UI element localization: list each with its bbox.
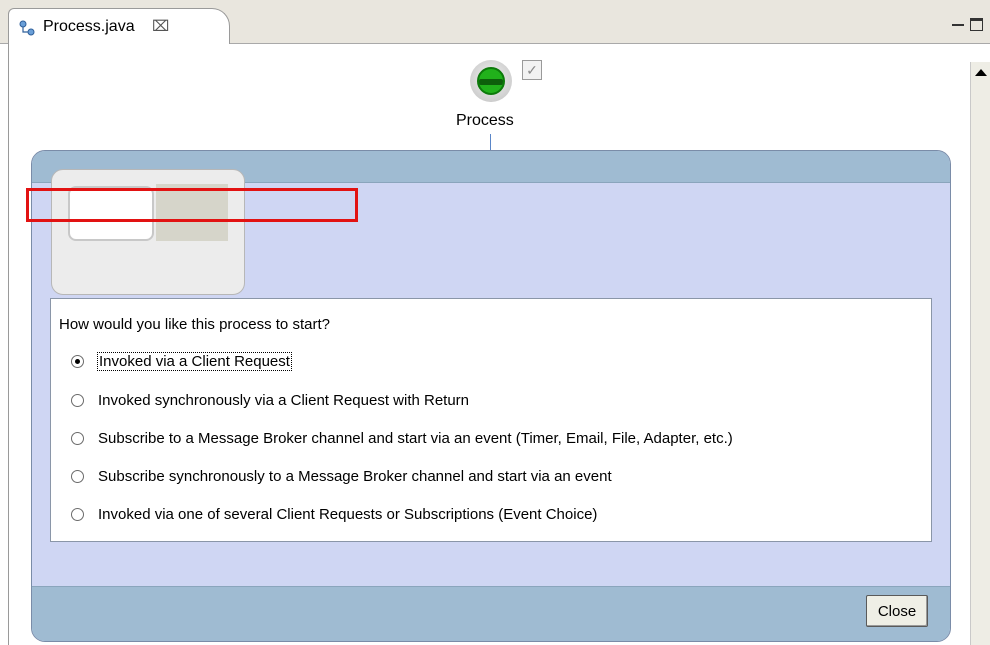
maximize-icon[interactable] bbox=[970, 18, 983, 31]
start-options-panel: How would you like this process to start… bbox=[31, 150, 951, 642]
option-event-choice[interactable]: Invoked via one of several Client Reques… bbox=[71, 503, 597, 525]
option-label: Subscribe synchronously to a Message Bro… bbox=[98, 467, 612, 485]
process-node-icon[interactable] bbox=[470, 60, 512, 102]
option-label: Subscribe to a Message Broker channel an… bbox=[98, 429, 733, 447]
option-label: Invoked via a Client Request bbox=[97, 351, 292, 371]
close-button[interactable]: Close bbox=[866, 595, 928, 627]
highlight-annotation-box bbox=[26, 188, 358, 222]
process-diagram-icon bbox=[19, 20, 35, 36]
process-node-label: Process bbox=[456, 112, 514, 129]
start-options-box: How would you like this process to start… bbox=[50, 298, 932, 542]
option-label: Invoked synchronously via a Client Reque… bbox=[98, 391, 470, 409]
tab-process-java[interactable]: Process.java ⌧ bbox=[8, 8, 230, 45]
tab-title: Process.java bbox=[43, 18, 135, 35]
radio-button[interactable] bbox=[71, 393, 84, 407]
radio-button[interactable] bbox=[71, 431, 84, 445]
option-subscribe-event[interactable]: Subscribe to a Message Broker channel an… bbox=[71, 427, 733, 449]
option-client-request[interactable]: Invoked via a Client Request bbox=[71, 350, 292, 372]
start-question: How would you like this process to start… bbox=[59, 316, 330, 333]
editor-tab-strip: Process.java ⌧ bbox=[0, 0, 990, 45]
option-client-request-return[interactable]: Invoked synchronously via a Client Reque… bbox=[71, 389, 469, 411]
process-node-core bbox=[477, 67, 505, 95]
radio-button[interactable] bbox=[71, 354, 84, 368]
minimize-icon[interactable] bbox=[952, 18, 964, 26]
close-tab-icon[interactable]: ⌧ bbox=[152, 19, 169, 34]
vertical-scrollbar[interactable] bbox=[970, 62, 990, 645]
checkbox-icon[interactable]: ✓ bbox=[522, 60, 542, 80]
radio-button[interactable] bbox=[71, 469, 84, 483]
option-label: Invoked via one of several Client Reques… bbox=[98, 505, 598, 523]
radio-button[interactable] bbox=[71, 507, 84, 521]
option-subscribe-sync-event[interactable]: Subscribe synchronously to a Message Bro… bbox=[71, 465, 612, 487]
panel-footer-bar bbox=[32, 586, 950, 641]
scroll-up-arrow-icon[interactable] bbox=[971, 62, 990, 82]
